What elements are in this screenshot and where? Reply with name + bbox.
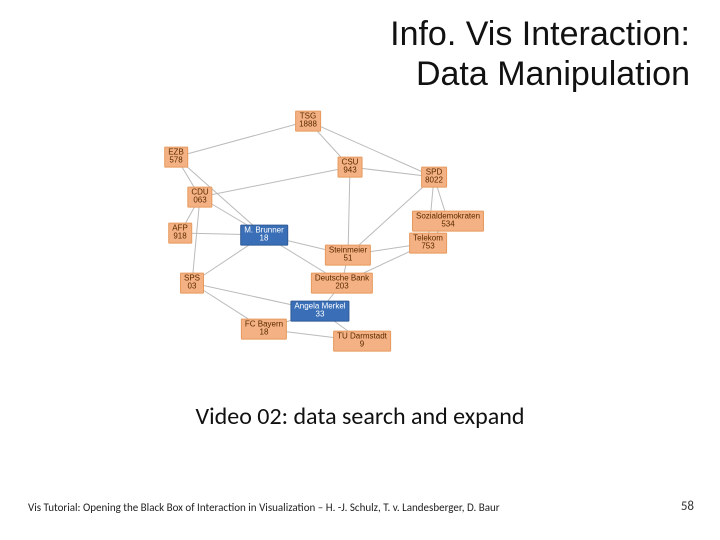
- graph-node: EZB578: [164, 147, 188, 168]
- network-graph: TSG1888 EZB578 CDU063 CSU943 SPD8022 AFP918 So…: [110, 105, 540, 375]
- footer-text: Vis Tutorial: Opening the Black Box of I…: [28, 501, 500, 514]
- slide-title: Info. Vis Interaction:Data Manipulation: [390, 14, 690, 94]
- graph-node: M. Brunner18: [240, 225, 288, 246]
- graph-node: Deutsche Bank203: [311, 273, 373, 294]
- graph-node: SPS03: [180, 273, 204, 294]
- page-number: 58: [681, 499, 694, 514]
- graph-node: FC Bayern18: [241, 319, 287, 340]
- graph-node: Angela Merkel33: [290, 301, 349, 322]
- slide: Info. Vis Interaction:Data Manipulation …: [0, 0, 720, 540]
- graph-node: TU Darmstadt9: [333, 331, 391, 352]
- graph-node: Telekom753: [409, 233, 447, 254]
- graph-node: SPD8022: [421, 167, 447, 188]
- graph-node: Sozialdemokraten534: [412, 211, 484, 232]
- graph-node: CDU063: [187, 187, 212, 208]
- graph-node: TSG1888: [295, 111, 321, 132]
- slide-caption: Video 02: data search and expand: [0, 402, 720, 431]
- graph-node: Steinmeier51: [325, 245, 371, 266]
- graph-node: AFP918: [168, 223, 192, 244]
- graph-node: CSU943: [338, 157, 363, 178]
